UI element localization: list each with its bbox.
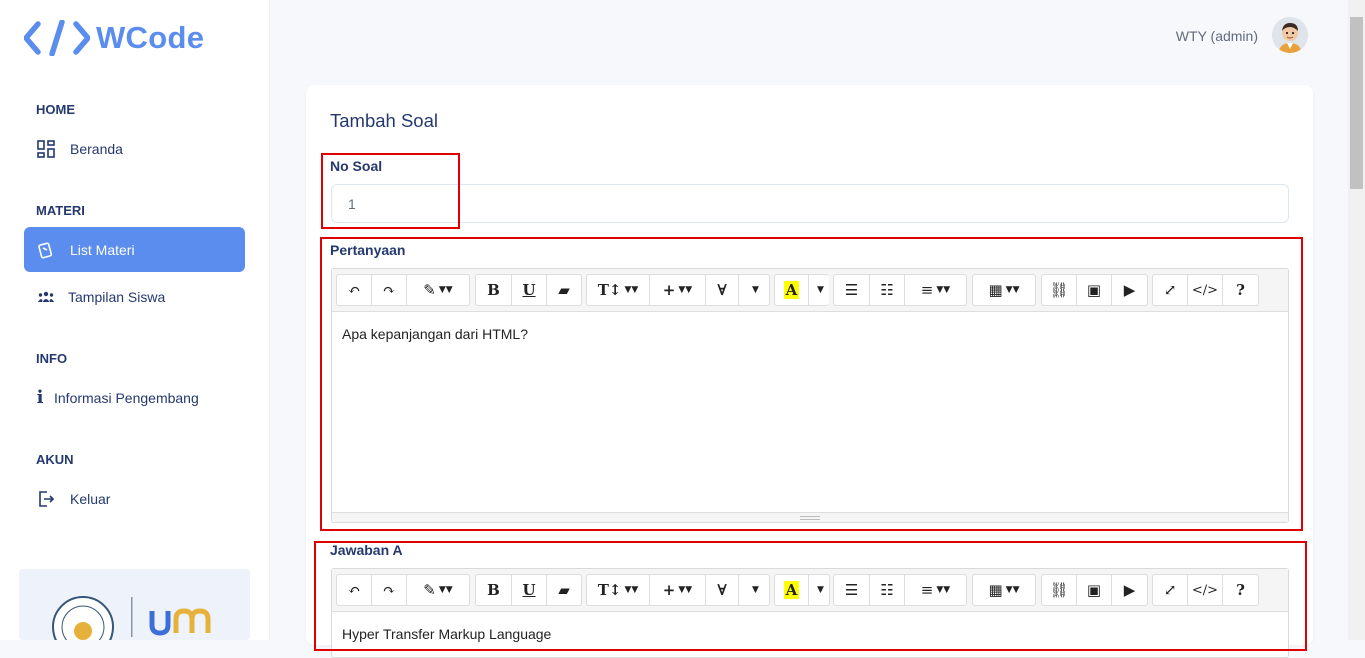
section-materi: MATERI <box>36 203 85 218</box>
sidebar-item-label: Keluar <box>70 490 111 507</box>
cards-icon <box>36 240 56 260</box>
sidebar-item-list-materi[interactable]: List Materi <box>24 227 245 272</box>
logout-icon <box>36 489 56 509</box>
scrollbar-thumb[interactable] <box>1350 17 1363 189</box>
scrollbar[interactable] <box>1348 0 1365 640</box>
university-seal-icon <box>52 596 211 640</box>
sidebar-item-beranda[interactable]: Beranda <box>24 126 245 171</box>
highlight-box-pertanyaan <box>320 237 1303 531</box>
page-title: Tambah Soal <box>330 110 438 131</box>
sidebar-item-label: List Materi <box>70 241 135 258</box>
grid-icon <box>36 139 56 159</box>
sidebar-item-informasi-pengembang[interactable]: i Informasi Pengembang <box>24 375 245 420</box>
logo[interactable]: WCode <box>24 20 204 56</box>
section-home: HOME <box>36 102 75 117</box>
avatar[interactable] <box>1272 17 1308 53</box>
highlight-box-no-soal <box>321 153 460 229</box>
brand-name: WCode <box>96 20 205 55</box>
sidebar-item-label: Informasi Pengembang <box>54 389 199 406</box>
users-icon <box>36 287 56 307</box>
code-logo-icon <box>24 20 90 56</box>
no-soal-input[interactable]: 1 <box>331 184 1289 223</box>
section-akun: AKUN <box>36 452 74 467</box>
user-name[interactable]: WTY (admin) <box>1176 28 1258 44</box>
sidebar-item-label: Tampilan Siswa <box>68 288 166 305</box>
sidebar-item-tampilan-siswa[interactable]: Tampilan Siswa <box>24 274 245 319</box>
section-info: INFO <box>36 351 68 366</box>
promo-banner <box>19 569 250 640</box>
sidebar-item-label: Beranda <box>70 140 123 157</box>
sidebar-item-keluar[interactable]: Keluar <box>24 476 245 521</box>
sidebar: WCode HOME Beranda MATERI List Materi Ta… <box>0 0 270 640</box>
info-icon: i <box>36 387 44 408</box>
topbar: WTY (admin) <box>271 0 1348 75</box>
highlight-box-jawaban-a <box>314 541 1307 651</box>
